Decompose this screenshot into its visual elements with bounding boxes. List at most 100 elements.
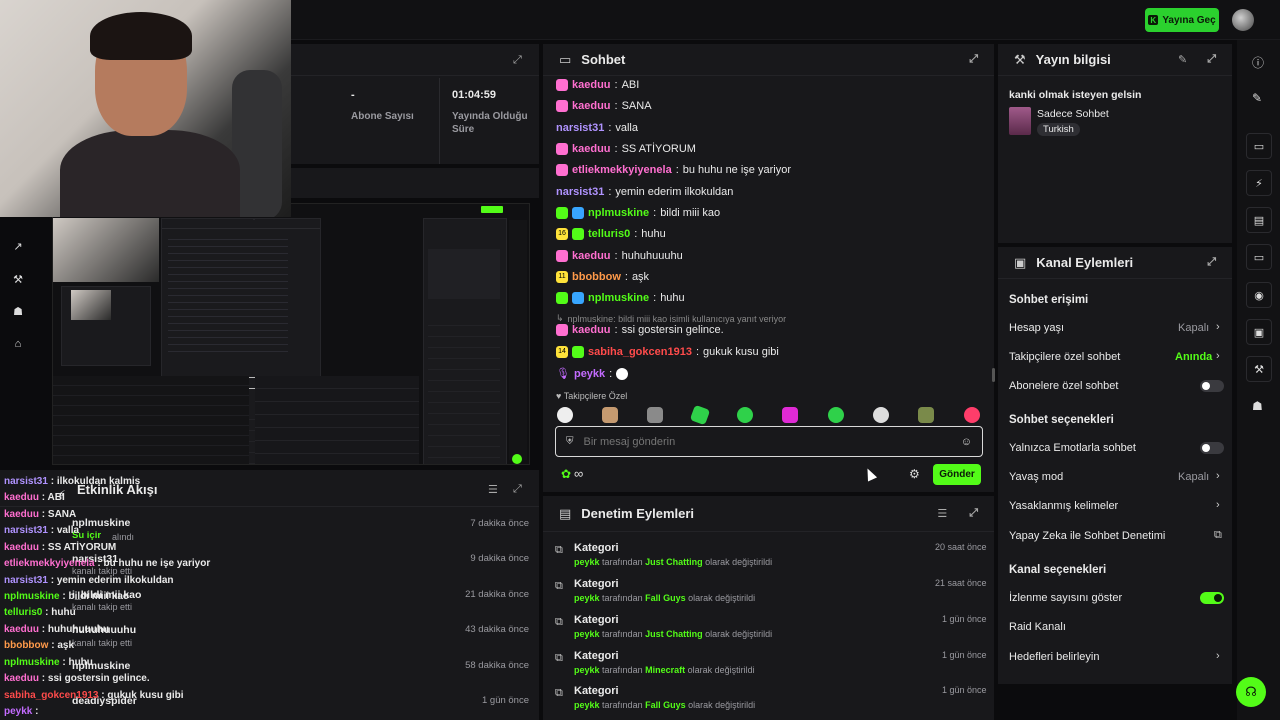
ai-moderation-label[interactable]: Yapay Zeka ile Sohbet Denetimi <box>1009 530 1165 542</box>
chat-message[interactable]: kaeduu: SANA <box>556 100 652 112</box>
account-age-value[interactable]: Kapalı <box>1178 322 1209 334</box>
followers-only-label: ♥ Takipçilere Özel <box>556 391 628 401</box>
robot-icon[interactable]: ⌂ <box>10 338 26 354</box>
infinity-icon[interactable]: ∞ <box>574 466 583 481</box>
subs-chat-toggle[interactable] <box>1200 380 1224 392</box>
channel-actions-panel: ▣ Kanal Eylemleri ⤢ <box>998 247 1232 684</box>
edit-log-icon: ⧉ <box>555 580 563 592</box>
chat-icon[interactable]: ▭ <box>1246 244 1272 270</box>
wrench-icon: ⚒ <box>1014 51 1026 67</box>
settings-icon[interactable]: ⚙ <box>909 467 920 481</box>
help-chat-icon[interactable]: ☊ <box>1236 677 1266 707</box>
chevron-right-icon[interactable]: › <box>1216 650 1220 662</box>
emote-icon[interactable] <box>602 407 618 423</box>
chat-message[interactable]: 🎙 peykk: <box>556 367 629 380</box>
list-icon: ▤ <box>559 505 572 521</box>
expand-icon[interactable]: ⤢ <box>969 53 978 66</box>
panel-icon[interactable]: ▣ <box>1246 319 1272 345</box>
expand-icon[interactable]: ⤢ <box>513 483 522 496</box>
chevron-right-icon[interactable]: › <box>1216 321 1220 333</box>
edit-log-icon: ⧉ <box>555 544 563 556</box>
users-icon[interactable]: ☗ <box>10 305 26 321</box>
category-thumbnail <box>1009 107 1031 135</box>
chat-message[interactable]: kaeduu: ABI <box>556 79 639 91</box>
mic-icon: 🎙 <box>556 368 570 380</box>
chat-message[interactable]: etliekmekkyiyenela: bu huhu ne işe yariy… <box>556 164 791 176</box>
chat-message[interactable]: 16 telluris0: huhu <box>556 228 666 240</box>
stream-info-title: Yayın bilgisi <box>1035 52 1111 67</box>
wrench-icon[interactable]: ⚒ <box>1246 356 1272 382</box>
expand-icon[interactable]: ⤢ <box>1207 53 1216 66</box>
emote-icon[interactable] <box>918 407 934 423</box>
show-viewers-toggle[interactable] <box>1200 592 1224 604</box>
edit-icon[interactable]: ✎ <box>1252 91 1262 105</box>
chat-message[interactable]: 14 sabiha_gokcen1913: gukuk kusu gibi <box>556 346 779 358</box>
emote-only-toggle[interactable] <box>1200 442 1224 454</box>
slow-mode-value[interactable]: Kapalı <box>1178 471 1209 483</box>
screen-share-preview <box>52 203 530 465</box>
kick-logo-icon: K <box>1148 15 1159 25</box>
info-icon[interactable]: ⓘ <box>1252 54 1264 71</box>
wrench-icon[interactable]: ⚒ <box>10 273 26 289</box>
expand-icon[interactable]: ⤢ <box>969 507 978 520</box>
filter-icon[interactable]: ☰ <box>488 483 498 496</box>
emote-icon[interactable] <box>647 407 663 423</box>
users-icon[interactable]: ☗ <box>1252 399 1263 413</box>
chat-message[interactable]: kaeduu: ssi gostersin gelince. <box>556 324 724 336</box>
stream-duration: 01:04:59 <box>452 89 497 101</box>
duration-label-2: Süre <box>452 124 475 135</box>
emote-icon[interactable] <box>964 407 980 423</box>
chevron-right-icon[interactable]: › <box>1216 470 1220 482</box>
emote-icon[interactable] <box>782 407 798 423</box>
chevron-right-icon[interactable]: › <box>1216 499 1220 511</box>
emote-icon[interactable] <box>873 407 889 423</box>
go-live-button[interactable]: K Yayına Geç <box>1145 8 1219 32</box>
chat-scrollbar[interactable] <box>992 368 995 382</box>
chat-input[interactable] <box>583 435 951 448</box>
expand-icon[interactable]: ⤢ <box>513 54 522 67</box>
duration-label: Yayında Olduğu <box>452 111 528 122</box>
user-avatar[interactable] <box>1232 9 1254 31</box>
chat-message[interactable]: kaeduu: huhuhuuuhu <box>556 250 683 262</box>
chat-message[interactable]: narsist31: valla <box>556 122 638 134</box>
media-icon[interactable]: ▭ <box>1246 133 1272 159</box>
bolt-icon[interactable]: ⚡ <box>1246 170 1272 196</box>
webcam-overlay <box>0 0 291 217</box>
emote-icon[interactable] <box>828 407 844 423</box>
record-icon[interactable]: ◉ <box>1246 282 1272 308</box>
chat-message[interactable]: nplmuskine: huhu <box>556 292 685 304</box>
right-rail: ⓘ ✎ ▭ ⚡ ▤ ▭ ◉ ▣ ⚒ ☗ <box>1237 40 1280 720</box>
mini-info-panel <box>423 218 507 464</box>
stream-title: kanki olmak isteyen gelsin <box>1009 89 1142 101</box>
moderation-title: Denetim Eylemleri <box>581 506 695 521</box>
emoji-icon[interactable]: ☺ <box>961 436 972 448</box>
section-chat-options: Sohbet seçenekleri <box>1009 414 1114 426</box>
send-button[interactable]: Gönder <box>933 464 981 485</box>
followers-chat-label: Takipçilere özel sohbet <box>1009 351 1121 363</box>
edit-icon[interactable]: ✎ <box>1178 53 1187 66</box>
chat-message[interactable]: 11 bbobbow: aşk <box>556 271 649 283</box>
stream-info-panel: ⚒ Yayın bilgisi ✎ ⤢ kanki olmak isteyen … <box>998 44 1232 243</box>
emote-icon[interactable] <box>557 407 573 423</box>
chat-message[interactable]: narsist31: yemin ederim ilkokuldan <box>556 186 733 198</box>
raid-label[interactable]: Raid Kanalı <box>1009 621 1066 633</box>
filter-icon[interactable]: ☰ <box>937 507 947 520</box>
chart-icon[interactable]: ↗ <box>10 240 26 256</box>
reply-note: ↳ nplmuskine: bildi miii kao isimli kulla… <box>556 313 787 324</box>
external-link-icon[interactable]: ⧉ <box>1214 529 1222 542</box>
goals-label[interactable]: Hedefleri belirleyin <box>1009 651 1100 663</box>
kick-points-icon[interactable]: ✿ <box>561 467 571 481</box>
chat-message[interactable]: kaeduu: SS ATİYORUM <box>556 143 696 155</box>
emote-icon[interactable] <box>737 407 753 423</box>
subs-chat-label: Abonelere özel sohbet <box>1009 380 1119 392</box>
followers-chat-value[interactable]: Anında <box>1175 351 1212 363</box>
chevron-right-icon[interactable]: › <box>1216 350 1220 362</box>
banned-words-label[interactable]: Yasaklanmış kelimeler <box>1009 500 1118 512</box>
expand-icon[interactable]: ⤢ <box>1207 256 1216 269</box>
chat-input-box[interactable]: ⛨ ☺ <box>555 426 983 457</box>
chat-message[interactable]: nplmuskine: bildi miii kao <box>556 207 720 219</box>
feed-item-user: nplmuskine <box>72 517 131 529</box>
show-viewers-label: İzlenme sayısını göster <box>1009 592 1123 604</box>
list-icon[interactable]: ▤ <box>1246 207 1272 233</box>
account-age-label: Hesap yaşı <box>1009 322 1065 334</box>
